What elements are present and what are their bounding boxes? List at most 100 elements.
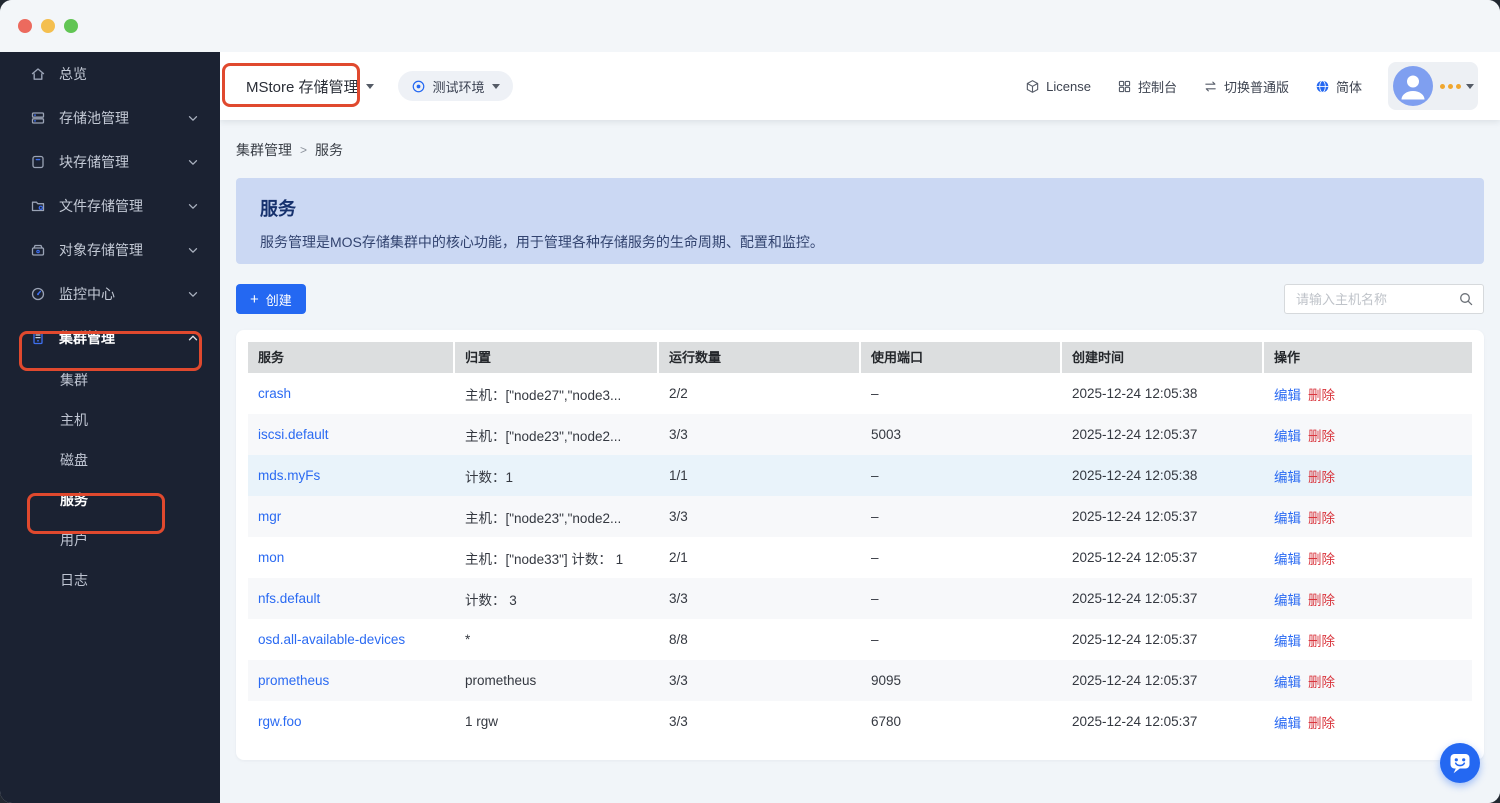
service-link[interactable]: mon [258, 550, 284, 565]
delete-link[interactable]: 删除 [1308, 466, 1335, 486]
caret-down-icon [491, 83, 500, 89]
service-link[interactable]: prometheus [258, 673, 329, 688]
sidebar-item-cluster-management[interactable]: 集群管理 [0, 316, 220, 360]
running-count-cell: 8/8 [669, 632, 688, 647]
sidebar-item-label: 总览 [59, 66, 87, 82]
delete-link[interactable]: 删除 [1308, 548, 1335, 568]
edit-link[interactable]: 编辑 [1274, 384, 1301, 404]
sidebar-subitem-user[interactable]: 用户 [0, 520, 220, 560]
create-button-label: 创建 [265, 292, 292, 308]
actions-cell: 编辑 删除 [1264, 496, 1472, 537]
delete-link[interactable]: 删除 [1308, 425, 1335, 445]
placement-cell: 主机：["node23","node2... [465, 510, 622, 526]
placement-cell: 主机：["node23","node2... [465, 428, 622, 444]
placement-cell: * [465, 632, 471, 647]
edit-link[interactable]: 编辑 [1274, 589, 1301, 609]
edit-link[interactable]: 编辑 [1274, 466, 1301, 486]
running-count-cell: 3/3 [669, 509, 688, 524]
sidebar-item-block-storage[interactable]: 块存储管理 [0, 140, 220, 184]
column-header-port: 使用端口 [861, 342, 1062, 373]
port-cell: – [871, 468, 879, 483]
support-chat-button[interactable] [1440, 743, 1480, 783]
actions-cell: 编辑 删除 [1264, 414, 1472, 455]
sidebar-subitem-label: 日志 [60, 572, 88, 588]
sidebar-subitem-label: 用户 [60, 532, 88, 548]
app-title-dropdown[interactable]: MStore 存储管理 [238, 66, 382, 106]
edit-link[interactable]: 编辑 [1274, 671, 1301, 691]
column-header-actions: 操作 [1264, 342, 1472, 373]
search-input[interactable] [1294, 290, 1458, 308]
created-time-cell: 2025-12-24 12:05:37 [1072, 509, 1198, 524]
table-row: mon 主机：["node33"] 计数： 1 2/1 – 2025-12-24… [248, 537, 1472, 578]
sidebar-item-file-storage[interactable]: 文件存储管理 [0, 184, 220, 228]
chevron-down-icon [186, 287, 200, 301]
actions-cell: 编辑 删除 [1264, 619, 1472, 660]
switch-standard-version-button[interactable]: 切换普通版 [1203, 77, 1289, 96]
sidebar-item-object-storage[interactable]: 对象存储管理 [0, 228, 220, 272]
host-search-box [1284, 284, 1484, 314]
sidebar-subitem-host[interactable]: 主机 [0, 400, 220, 440]
service-link[interactable]: osd.all-available-devices [258, 632, 405, 647]
created-time-cell: 2025-12-24 12:05:38 [1072, 468, 1198, 483]
column-header-created: 创建时间 [1062, 342, 1264, 373]
user-account-menu[interactable] [1388, 62, 1478, 110]
edit-link[interactable]: 编辑 [1274, 548, 1301, 568]
sidebar-subitem-log[interactable]: 日志 [0, 560, 220, 600]
services-table: 服务 归置 运行数量 使用端口 创建时间 操作 crash 主机：["node2… [248, 342, 1472, 742]
edit-link[interactable]: 编辑 [1274, 425, 1301, 445]
actions-cell: 编辑 删除 [1264, 701, 1472, 742]
close-window-button[interactable] [18, 19, 32, 33]
delete-link[interactable]: 删除 [1308, 712, 1335, 732]
chevron-down-icon [186, 111, 200, 125]
service-link[interactable]: iscsi.default [258, 427, 329, 442]
service-cell: rgw.foo [248, 701, 455, 742]
console-grid-icon [1117, 79, 1132, 94]
running-count-cell: 1/1 [669, 468, 688, 483]
content-area: 集群管理 > 服务 服务 服务管理是MOS存储集群中的核心功能，用于管理各种存储… [220, 120, 1500, 803]
port-cell: – [871, 632, 879, 647]
language-selector[interactable]: 简体 [1315, 77, 1362, 96]
service-link[interactable]: mgr [258, 509, 281, 524]
actions-cell: 编辑 删除 [1264, 578, 1472, 619]
delete-link[interactable]: 删除 [1308, 630, 1335, 650]
environment-selector[interactable]: 测试环境 [397, 71, 513, 101]
window-titlebar [0, 0, 1500, 52]
delete-link[interactable]: 删除 [1308, 384, 1335, 404]
service-link[interactable]: mds.myFs [258, 468, 320, 483]
sidebar-item-storage-pool[interactable]: 存储池管理 [0, 96, 220, 140]
port-cell: 5003 [871, 427, 902, 442]
sidebar-subitem-label: 服务 [60, 492, 88, 508]
delete-link[interactable]: 删除 [1308, 589, 1335, 609]
port-cell: – [871, 386, 879, 401]
sidebar-subitem-service[interactable]: 服务 [0, 480, 220, 520]
breadcrumb-separator: > [300, 143, 308, 157]
license-label: License [1046, 78, 1091, 94]
edit-link[interactable]: 编辑 [1274, 507, 1301, 527]
sidebar: 总览 存储池管理 块存储管理 文件存储管理 对象存储管理 监控中心 集群管理 集… [0, 52, 220, 803]
create-button[interactable]: + 创建 [236, 284, 306, 314]
console-button[interactable]: 控制台 [1117, 77, 1177, 96]
sidebar-subitem-label: 集群 [60, 372, 88, 388]
sidebar-item-overview[interactable]: 总览 [0, 52, 220, 96]
service-link[interactable]: rgw.foo [258, 714, 302, 729]
delete-link[interactable]: 删除 [1308, 671, 1335, 691]
edit-link[interactable]: 编辑 [1274, 712, 1301, 732]
breadcrumb: 集群管理 > 服务 [236, 140, 343, 160]
minimize-window-button[interactable] [41, 19, 55, 33]
ellipsis-icon [1439, 83, 1461, 89]
column-header-running-count: 运行数量 [659, 342, 861, 373]
edit-link[interactable]: 编辑 [1274, 630, 1301, 650]
file-storage-icon [30, 198, 46, 214]
sidebar-item-label: 存储池管理 [59, 110, 129, 126]
app-title: MStore 存储管理 [246, 78, 359, 96]
service-link[interactable]: nfs.default [258, 591, 320, 606]
breadcrumb-cluster-management[interactable]: 集群管理 [236, 140, 292, 160]
license-button[interactable]: License [1025, 79, 1091, 94]
service-link[interactable]: crash [258, 386, 291, 401]
search-icon[interactable] [1458, 291, 1474, 307]
delete-link[interactable]: 删除 [1308, 507, 1335, 527]
sidebar-item-monitor-center[interactable]: 监控中心 [0, 272, 220, 316]
maximize-window-button[interactable] [64, 19, 78, 33]
sidebar-subitem-cluster[interactable]: 集群 [0, 360, 220, 400]
sidebar-subitem-disk[interactable]: 磁盘 [0, 440, 220, 480]
